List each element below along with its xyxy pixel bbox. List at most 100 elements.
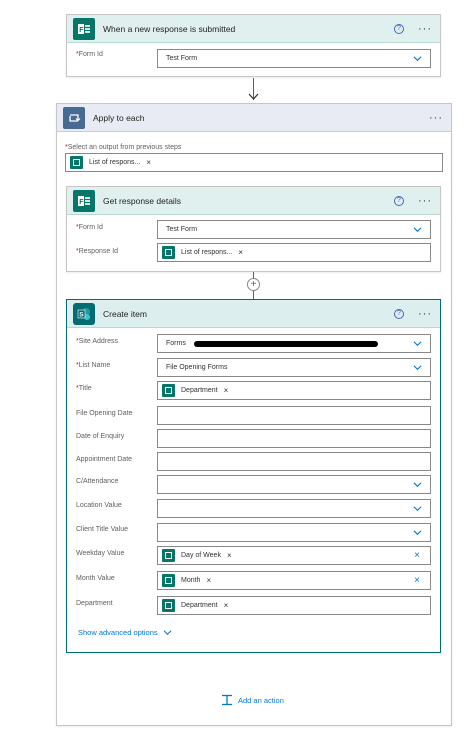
help-icon[interactable]: ?: [394, 308, 404, 319]
chevron-down-icon: [413, 341, 422, 347]
weekday-value-field[interactable]: Day of Week × ×: [157, 546, 431, 565]
date-of-enquiry-label: Date of Enquiry: [76, 433, 125, 440]
remove-token-icon[interactable]: ×: [238, 248, 243, 257]
file-opening-date-label: File Opening Date: [76, 410, 133, 417]
form-id-dropdown[interactable]: Test Form: [157, 49, 431, 68]
create-item-header[interactable]: S Create item ? ···: [67, 300, 440, 328]
trigger-card[interactable]: F When a new response is submitted ? ···…: [66, 14, 441, 77]
remove-token-icon[interactable]: ×: [146, 158, 151, 167]
select-output-label: *Select an output from previous steps: [65, 144, 182, 151]
form-id-value: Test Form: [166, 55, 198, 62]
token-label: List of respons...: [89, 159, 141, 166]
location-value-label: Location Value: [76, 502, 122, 509]
date-of-enquiry-field[interactable]: [157, 429, 431, 448]
remove-token-icon[interactable]: ×: [227, 551, 232, 560]
client-title-value-dropdown[interactable]: [157, 523, 431, 542]
location-value-dropdown[interactable]: [157, 499, 431, 518]
month-value-field[interactable]: Month × ×: [157, 571, 431, 590]
forms-icon: F: [73, 17, 95, 40]
file-opening-date-field[interactable]: [157, 406, 431, 425]
token-label: Month: [181, 577, 201, 584]
list-name-label: *List Name: [76, 362, 111, 369]
forms-icon: [162, 574, 175, 587]
chevron-down-icon: [413, 482, 422, 488]
chevron-down-icon: [413, 56, 422, 62]
add-action-label: Add an action: [238, 695, 284, 705]
sharepoint-icon: S: [73, 302, 95, 325]
list-of-responses-token[interactable]: List of respons... ×: [162, 245, 244, 260]
help-icon[interactable]: ?: [394, 195, 404, 206]
site-address-value: Forms: [166, 340, 186, 347]
form-id-value: Test Form: [166, 226, 198, 233]
appointment-date-label: Appointment Date: [76, 456, 133, 463]
more-options-icon[interactable]: ···: [418, 308, 432, 320]
get-response-header[interactable]: F Get response details ? ···: [67, 187, 440, 215]
remove-token-icon[interactable]: ×: [206, 576, 211, 585]
chevron-down-icon: [413, 227, 422, 233]
month-value-label: Month Value: [76, 575, 115, 582]
get-response-card[interactable]: F Get response details ? ··· *Form Id Te…: [66, 186, 441, 272]
department-token[interactable]: Department ×: [162, 383, 229, 398]
forms-icon: [162, 549, 175, 562]
department-label: Department: [76, 600, 113, 607]
clear-icon[interactable]: ×: [414, 550, 420, 561]
department-token[interactable]: Department ×: [162, 598, 229, 613]
response-id-label: *Response Id: [76, 248, 119, 255]
add-action-icon: [222, 694, 232, 706]
create-item-card[interactable]: S Create item ? ··· *Site Address Forms …: [66, 299, 441, 653]
select-output-field[interactable]: List of respons... ×: [65, 153, 443, 172]
remove-token-icon[interactable]: ×: [224, 386, 229, 395]
form-id-label: *Form Id: [76, 224, 103, 231]
svg-text:S: S: [79, 311, 84, 318]
list-of-responses-token[interactable]: List of respons... ×: [70, 155, 152, 170]
chevron-down-icon: [413, 365, 422, 371]
create-item-title: Create item: [103, 308, 147, 319]
apply-to-each-title: Apply to each: [93, 112, 145, 123]
apply-to-each-header[interactable]: Apply to each ···: [57, 104, 451, 132]
forms-icon: F: [73, 189, 95, 212]
weekday-value-label: Weekday Value: [76, 550, 125, 557]
site-address-dropdown[interactable]: Forms: [157, 334, 431, 353]
response-id-field[interactable]: List of respons... ×: [157, 243, 431, 262]
svg-text:F: F: [79, 27, 84, 34]
svg-text:F: F: [79, 199, 84, 206]
chevron-down-icon: [163, 630, 172, 635]
help-icon[interactable]: ?: [394, 23, 404, 34]
forms-icon: [162, 384, 175, 397]
clear-icon[interactable]: ×: [414, 575, 420, 586]
c-attendance-label: C/Attendance: [76, 478, 119, 485]
chevron-down-icon: [413, 506, 422, 512]
remove-token-icon[interactable]: ×: [224, 601, 229, 610]
more-options-icon[interactable]: ···: [418, 195, 432, 207]
trigger-title: When a new response is submitted: [103, 23, 236, 34]
month-token[interactable]: Month ×: [162, 573, 212, 588]
forms-icon: [162, 246, 175, 259]
list-name-dropdown[interactable]: File Opening Forms: [157, 358, 431, 377]
department-field[interactable]: Department ×: [157, 596, 431, 615]
token-label: Department: [181, 602, 218, 609]
token-label: Day of Week: [181, 552, 221, 559]
token-label: List of respons...: [181, 249, 233, 256]
title-field[interactable]: Department ×: [157, 381, 431, 400]
insert-step-button[interactable]: +: [247, 278, 260, 291]
show-advanced-options-link[interactable]: Show advanced options: [78, 628, 172, 637]
form-id-label: *Form Id: [76, 51, 103, 58]
get-response-title: Get response details: [103, 195, 181, 206]
more-options-icon[interactable]: ···: [429, 112, 443, 124]
token-label: Department: [181, 387, 218, 394]
form-id-dropdown[interactable]: Test Form: [157, 220, 431, 239]
arrow-down-icon: [248, 93, 259, 100]
day-of-week-token[interactable]: Day of Week ×: [162, 548, 232, 563]
title-label: *Title: [76, 385, 92, 392]
chevron-down-icon: [413, 530, 422, 536]
client-title-value-label: Client Title Value: [76, 526, 129, 533]
more-options-icon[interactable]: ···: [418, 23, 432, 35]
forms-icon: [70, 156, 83, 169]
trigger-header[interactable]: F When a new response is submitted ? ···: [67, 15, 440, 43]
redacted-url-mark: [194, 341, 378, 347]
c-attendance-dropdown[interactable]: [157, 475, 431, 494]
add-an-action-button[interactable]: Add an action: [221, 694, 284, 706]
list-name-value: File Opening Forms: [166, 364, 228, 371]
loop-icon: [63, 106, 85, 129]
appointment-date-field[interactable]: [157, 452, 431, 471]
